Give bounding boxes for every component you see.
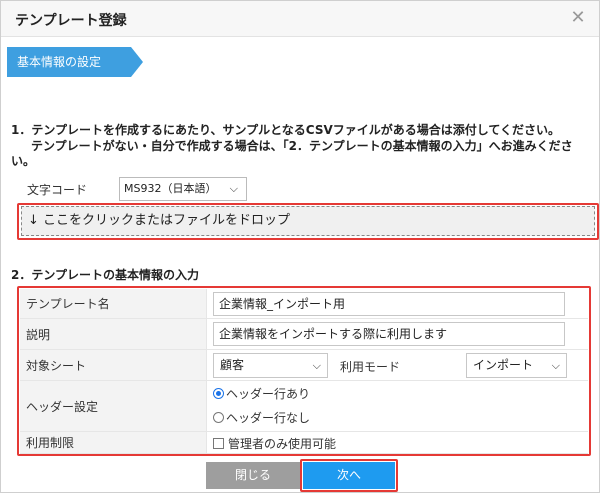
admin-only-option[interactable]: 管理者のみ使用可能 — [213, 435, 336, 452]
step-mapping: マッピング／変換設定 — [130, 47, 278, 77]
instruction-line-1: 1．テンプレートを作成するにあたり、サンプルとなるCSVファイルがある場合は添付… — [11, 123, 561, 137]
close-icon[interactable]: ✕ — [567, 7, 589, 29]
instruction-line-3: い。 — [11, 154, 36, 168]
encoding-select[interactable]: MS932（日本語） ⌵ — [119, 177, 247, 201]
step-basic-info: 基本情報の設定 — [7, 47, 131, 77]
restriction-label: 利用制限 — [20, 432, 207, 453]
header-option-no-label: ヘッダー行なし — [226, 411, 311, 425]
encoding-row: 文字コード MS932（日本語） ⌵ — [23, 177, 249, 201]
sheet-label: 対象シート — [20, 350, 207, 380]
sheet-select[interactable]: 顧客 ⌵ — [213, 353, 328, 378]
basic-info-form: テンプレート名 企業情報_インポート用 説明 企業情報をインポートする際に利用し… — [20, 289, 588, 454]
admin-only-label: 管理者のみ使用可能 — [228, 437, 337, 451]
close-button[interactable]: 閉じる — [206, 462, 300, 489]
description-label: 説明 — [20, 319, 207, 349]
dialog-titlebar: テンプレート登録 ✕ — [1, 1, 599, 37]
radio-checked-icon[interactable] — [213, 388, 224, 399]
section2-title: 2．テンプレートの基本情報の入力 — [11, 268, 199, 282]
step-arrow-icon — [131, 47, 143, 77]
mode-select[interactable]: インポート ⌵ — [466, 353, 567, 378]
chevron-down-icon: ⌵ — [551, 359, 560, 372]
form-row-description: 説明 企業情報をインポートする際に利用します — [20, 319, 588, 350]
instruction-line-2: テンプレートがない・自分で作成する場合は、「2．テンプレートの基本情報の入力」へ… — [31, 139, 573, 153]
template-name-label: テンプレート名 — [20, 289, 207, 318]
form-row-header: ヘッダー設定 ヘッダー行あり ヘッダー行なし — [20, 381, 588, 432]
file-drop-zone[interactable]: ↓ ここをクリックまたはファイルをドロップ — [21, 206, 595, 236]
chevron-down-icon: ⌵ — [312, 359, 321, 372]
encoding-value: MS932（日本語） — [124, 182, 217, 195]
header-label: ヘッダー設定 — [20, 381, 207, 431]
sheet-value: 顧客 — [220, 358, 245, 372]
form-row-sheet: 対象シート 顧客 ⌵ 利用モード インポート ⌵ — [20, 350, 588, 381]
radio-unchecked-icon[interactable] — [213, 412, 224, 423]
chevron-down-icon: ⌵ — [229, 182, 238, 195]
header-option-no[interactable]: ヘッダー行なし — [213, 409, 310, 426]
checkbox-icon[interactable] — [213, 438, 224, 449]
header-option-yes[interactable]: ヘッダー行あり — [213, 385, 310, 402]
mode-label: 利用モード — [340, 360, 401, 374]
template-registration-dialog: テンプレート登録 ✕ マッピング／変換設定 基本情報の設定 1．テンプレートを作… — [0, 0, 600, 493]
next-button[interactable]: 次へ — [303, 462, 395, 489]
description-input[interactable]: 企業情報をインポートする際に利用します — [213, 322, 565, 346]
dialog-title: テンプレート登録 — [15, 13, 127, 29]
form-row-template-name: テンプレート名 企業情報_インポート用 — [20, 289, 588, 319]
encoding-label: 文字コード — [27, 183, 88, 197]
template-name-input[interactable]: 企業情報_インポート用 — [213, 292, 565, 316]
header-option-yes-label: ヘッダー行あり — [226, 387, 311, 401]
mode-value: インポート — [473, 358, 534, 372]
form-row-restriction: 利用制限 管理者のみ使用可能 — [20, 432, 588, 454]
